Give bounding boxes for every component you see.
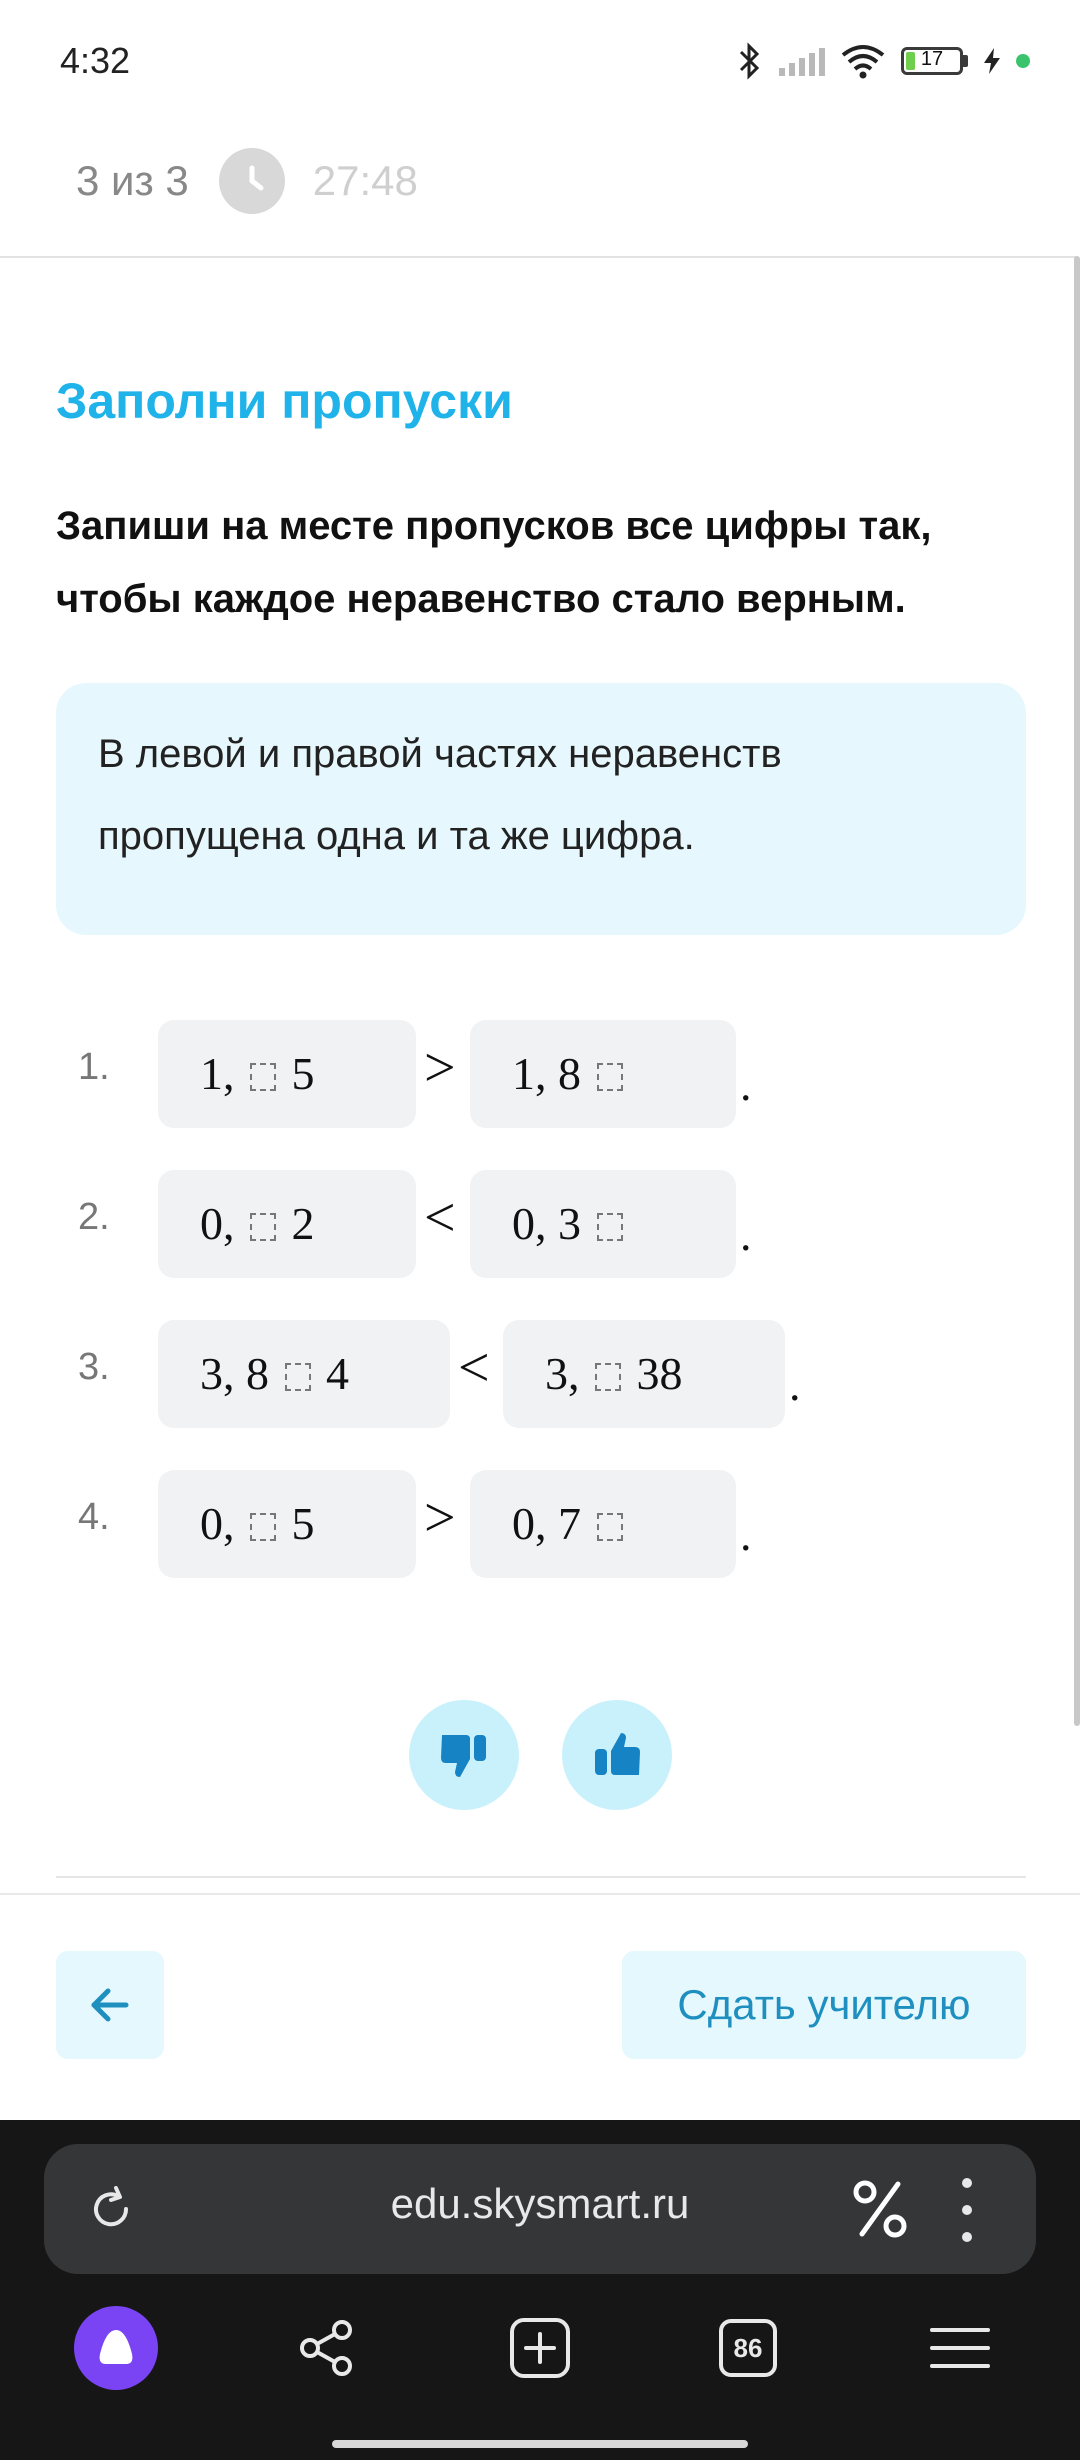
alice-icon	[74, 2306, 158, 2390]
browser-toolbar: edu.skysmart.ru 86	[0, 2120, 1080, 2460]
progress-count: 3 из 3	[76, 157, 189, 204]
math-text: 0,	[200, 1498, 246, 1549]
math-text: 2	[280, 1198, 315, 1249]
math-text: 5	[280, 1498, 315, 1549]
left-expression: 0, 5	[158, 1470, 416, 1578]
bottom-divider	[0, 1893, 1080, 1895]
math-text: 1,	[200, 1048, 246, 1099]
content-divider	[56, 1876, 1026, 1878]
address-bar[interactable]: edu.skysmart.ru	[44, 2144, 1036, 2274]
header-divider	[0, 256, 1076, 258]
thumbs-up-icon	[595, 1733, 640, 1775]
inequality-number: 4.	[78, 1496, 110, 1538]
digit-blank[interactable]	[595, 1363, 621, 1391]
thumbs-down-icon	[441, 1735, 486, 1777]
kebab-icon[interactable]	[960, 2178, 974, 2242]
digit-blank[interactable]	[596, 1213, 623, 1241]
inequality-number: 2.	[78, 1196, 110, 1238]
digit-blank[interactable]	[596, 1513, 623, 1541]
submit-label: Сдать учителю	[677, 1981, 971, 2028]
math-text: 38	[625, 1348, 683, 1399]
status-time: 4:32	[60, 40, 131, 81]
status-icons: 17	[735, 40, 1030, 82]
digit-blank[interactable]	[250, 1213, 276, 1241]
math-text: 3, 8	[200, 1348, 281, 1399]
task-description: Запиши на месте пропусков все цифры так,…	[56, 504, 932, 621]
left-expression: 0, 2	[158, 1170, 416, 1278]
wifi-icon	[841, 45, 885, 79]
menu-button[interactable]	[918, 2306, 1002, 2390]
new-tab-button[interactable]	[498, 2306, 582, 2390]
math-text: 4	[314, 1348, 349, 1399]
math-text: 5	[280, 1048, 315, 1099]
inequality-row: 1. 1, 5 > 1, 8 .	[0, 1020, 1080, 1130]
left-expression: 3, 8 4	[158, 1320, 450, 1428]
digit-blank[interactable]	[284, 1363, 311, 1391]
alice-button[interactable]	[74, 2306, 158, 2390]
bluetooth-icon	[739, 42, 760, 80]
like-button[interactable]	[562, 1700, 672, 1810]
inequality-row: 4. 0, 5 > 0, 7 .	[0, 1470, 1080, 1580]
inequality-row: 2. 0, 2 < 0, 3 .	[0, 1170, 1080, 1280]
right-expression: 0, 7	[470, 1470, 736, 1578]
back-button[interactable]	[56, 1951, 164, 2059]
period-mark: .	[740, 1209, 752, 1260]
plus-square-icon	[510, 2318, 570, 2378]
left-expression: 1, 5	[158, 1020, 416, 1128]
tabs-count: 86	[719, 2319, 777, 2377]
submit-to-teacher-button[interactable]: Сдать учителю	[622, 1951, 1026, 2059]
math-text: 0, 3	[512, 1198, 593, 1249]
battery-level: 17	[920, 48, 944, 70]
math-text: 1, 8	[512, 1048, 593, 1099]
digit-blank[interactable]	[596, 1063, 623, 1091]
privacy-dot-icon	[1016, 54, 1030, 68]
right-expression: 3, 38	[503, 1320, 785, 1428]
dislike-button[interactable]	[409, 1700, 519, 1810]
share-icon	[300, 2320, 352, 2376]
battery-icon: 17	[901, 47, 963, 75]
inequality-number: 3.	[78, 1346, 110, 1388]
digit-blank[interactable]	[250, 1513, 276, 1541]
hint-text: В левой и правой частях неравенств пропу…	[98, 732, 782, 858]
math-text: 3,	[545, 1348, 591, 1399]
percent-icon[interactable]	[850, 2174, 910, 2244]
share-button[interactable]	[284, 2306, 368, 2390]
inequality-row: 3. 3, 8 4 < 3, 38 .	[0, 1320, 1080, 1430]
home-indicator[interactable]	[332, 2440, 748, 2448]
period-mark: .	[740, 1059, 752, 1110]
arrow-left-icon	[91, 1988, 129, 2022]
clock-icon	[218, 148, 285, 214]
task-title: Заполни пропуски	[56, 373, 513, 429]
right-expression: 1, 8	[470, 1020, 736, 1128]
math-text: 0,	[200, 1198, 246, 1249]
hint-box: В левой и правой частях неравенств пропу…	[56, 683, 1026, 935]
digit-blank[interactable]	[250, 1063, 276, 1091]
task-progress: 3 из 3 27:48	[76, 148, 418, 214]
status-bar: 4:32 17	[0, 0, 1080, 130]
signal-icon	[779, 46, 825, 76]
charging-icon	[984, 48, 1000, 74]
battery-tip	[963, 55, 968, 67]
math-text: 0, 7	[512, 1498, 593, 1549]
period-mark: .	[789, 1359, 801, 1410]
right-expression: 0, 3	[470, 1170, 736, 1278]
tabs-button[interactable]: 86	[706, 2306, 790, 2390]
comparison-sign: >	[424, 1487, 456, 1549]
inequality-number: 1.	[78, 1046, 110, 1088]
comparison-sign: <	[458, 1337, 490, 1399]
period-mark: .	[740, 1509, 752, 1560]
comparison-sign: <	[424, 1187, 456, 1249]
comparison-sign: >	[424, 1037, 456, 1099]
hamburger-icon	[930, 2328, 990, 2368]
timer-text: 27:48	[312, 157, 418, 204]
